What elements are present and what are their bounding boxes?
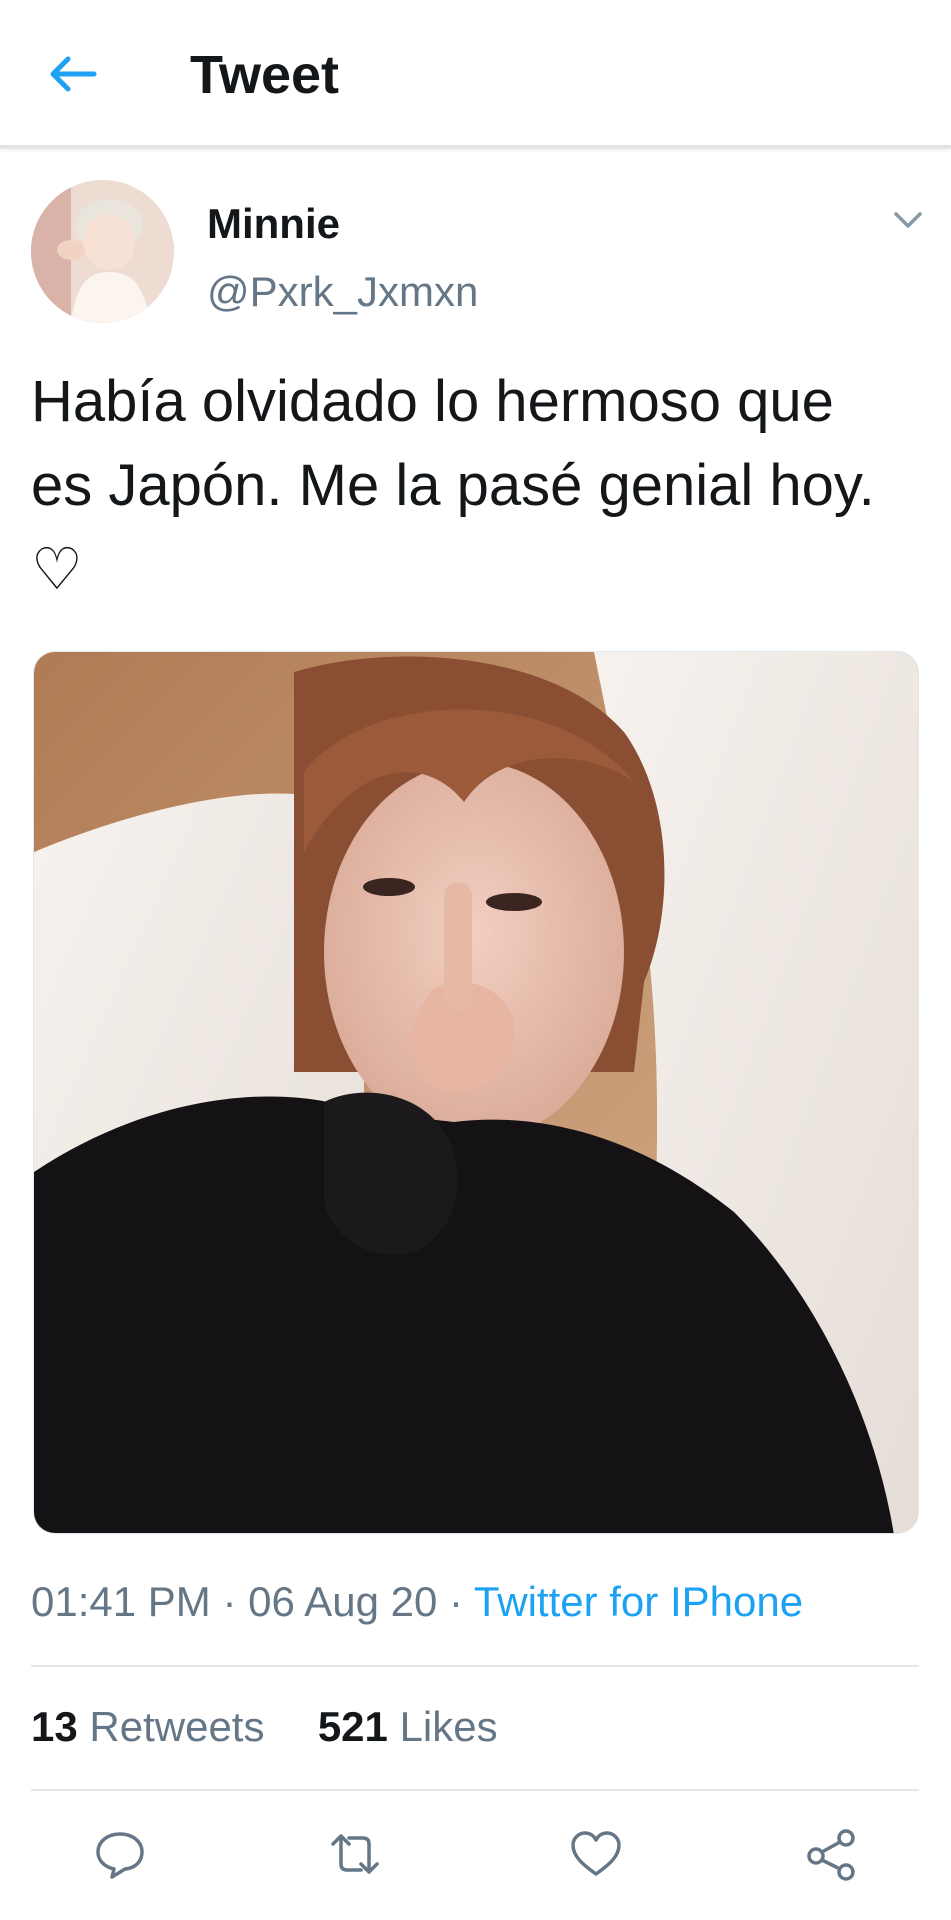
likes-stat[interactable]: 521 Likes (318, 1703, 498, 1750)
tweet-text: Había olvidado lo hermoso que es Japón. … (31, 369, 875, 602)
back-button[interactable] (44, 46, 100, 102)
tweet-meta: 01:41 PM · 06 Aug 20 · Twitter for IPhon… (31, 1578, 803, 1626)
author-name[interactable]: Minnie (207, 200, 340, 248)
chevron-down-icon (894, 212, 922, 228)
top-app-bar: Tweet (0, 0, 951, 148)
avatar-image (31, 180, 174, 323)
page-title: Tweet (190, 45, 340, 105)
divider (31, 1665, 919, 1667)
tweet-time: 01:41 PM (31, 1578, 211, 1625)
retweets-count: 13 (31, 1703, 78, 1750)
share-button[interactable] (804, 1826, 860, 1882)
retweets-stat[interactable]: 13 Retweets (31, 1703, 276, 1750)
retweets-label: Retweets (89, 1703, 265, 1750)
tweet-date: 06 Aug 20 (248, 1578, 438, 1625)
engagement-stats: 13 Retweets 521 Likes (31, 1703, 498, 1751)
reply-button[interactable] (92, 1826, 148, 1882)
likes-label: Likes (399, 1703, 498, 1750)
meta-separator: · (222, 1578, 237, 1625)
retweet-button[interactable] (327, 1826, 383, 1882)
arrow-left-icon (50, 56, 97, 92)
tweet-photo[interactable] (33, 651, 919, 1534)
share-icon (807, 1829, 855, 1881)
photo-image (34, 652, 918, 1533)
divider (31, 1789, 919, 1791)
tweet-menu-button[interactable] (890, 202, 926, 238)
author-handle[interactable]: @Pxrk_Jxmxn (207, 268, 478, 316)
retweet-icon (331, 1834, 379, 1874)
tweet-source-link[interactable]: Twitter for IPhone (474, 1578, 803, 1625)
reply-icon (96, 1832, 144, 1879)
like-button[interactable] (568, 1826, 624, 1882)
avatar[interactable] (31, 180, 174, 323)
heart-icon (571, 1831, 621, 1876)
likes-count: 521 (317, 1703, 388, 1750)
meta-separator: · (448, 1578, 463, 1625)
